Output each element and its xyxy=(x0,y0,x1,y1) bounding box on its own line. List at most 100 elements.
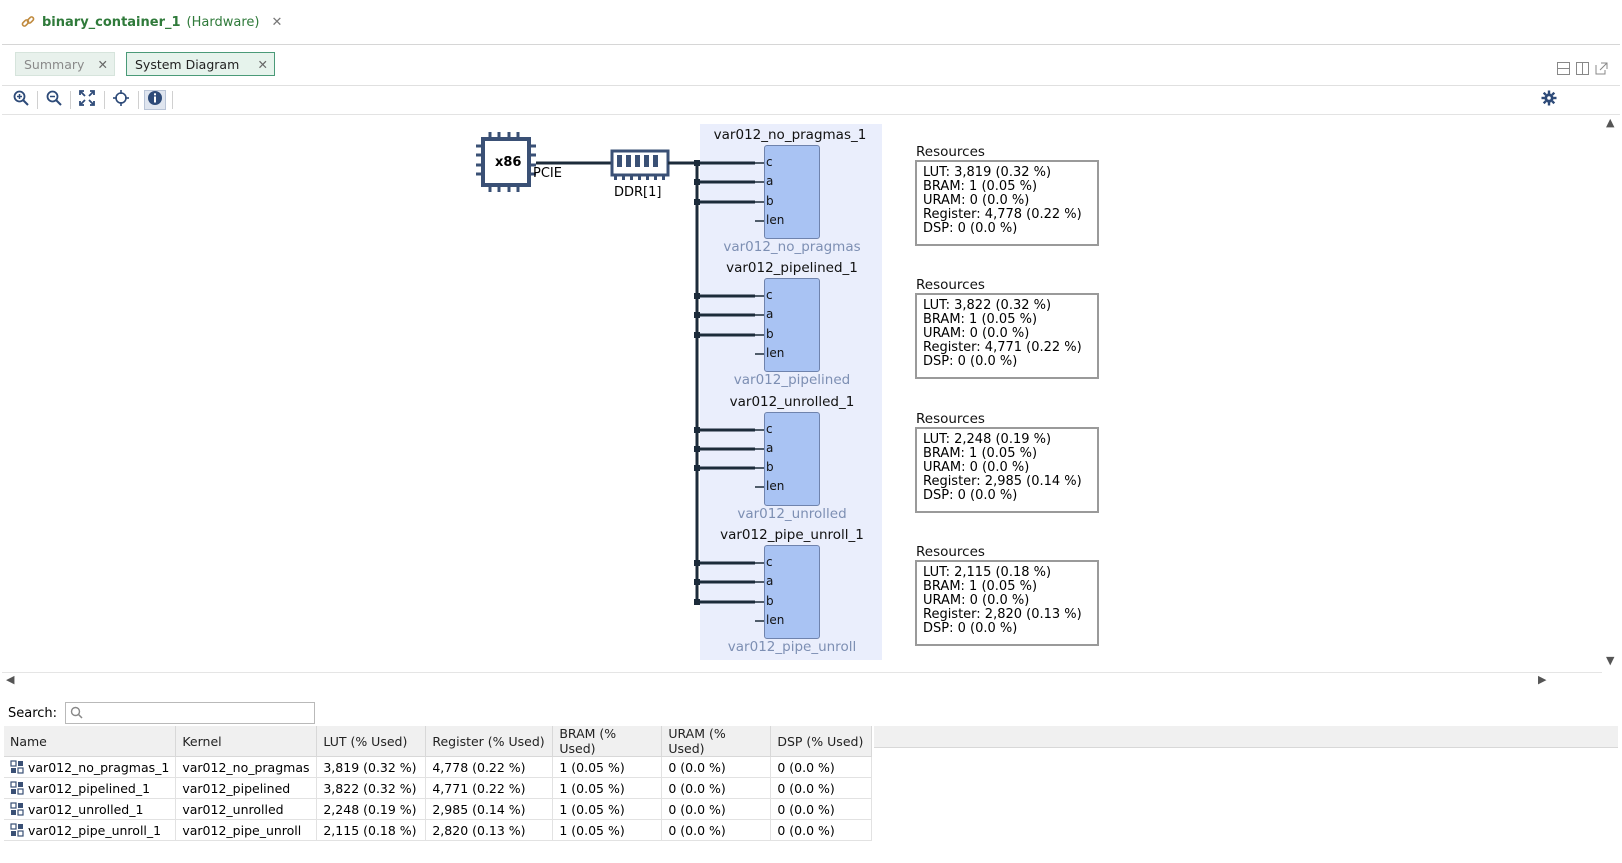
fit-view-icon xyxy=(79,90,95,110)
system-diagram-canvas[interactable]: x86 PCIE DDR[1] var012_no_pragmas_1 c a … xyxy=(2,116,1602,672)
locate-button[interactable] xyxy=(110,90,132,110)
cell-lut: 2,248 (0.19 %) xyxy=(316,798,427,820)
toolbar-separator xyxy=(104,91,105,109)
settings-button[interactable] xyxy=(1538,90,1560,110)
horizontal-split-icon[interactable] xyxy=(1557,62,1570,75)
toolbar-separator xyxy=(70,91,71,109)
resource-register: Register: 2,985 (0.14 %) xyxy=(923,474,1082,489)
port-label: c xyxy=(766,555,773,569)
tab-system-diagram[interactable]: System Diagram ✕ xyxy=(126,52,275,76)
resources-title: Resources xyxy=(916,277,985,293)
toolbar-separator xyxy=(138,91,139,109)
resources-title: Resources xyxy=(916,144,985,160)
port-label: len xyxy=(766,346,785,360)
cell-bram: 1 (0.05 %) xyxy=(552,819,663,841)
tab-summary-label: Summary xyxy=(24,57,85,72)
zoom-out-button[interactable] xyxy=(43,90,65,110)
cell-dsp: 0 (0.0 %) xyxy=(770,756,873,778)
search-label: Search: xyxy=(8,705,58,721)
resource-uram: URAM: 0 (0.0 %) xyxy=(923,460,1030,475)
resource-uram: URAM: 0 (0.0 %) xyxy=(923,326,1030,341)
table-row[interactable]: var012_pipelined_1 var012_pipelined 3,82… xyxy=(4,777,873,799)
column-header-uram[interactable]: URAM (% Used) xyxy=(661,726,772,757)
scroll-right-icon[interactable]: ▶ xyxy=(1538,673,1546,686)
kernel-instance-icon xyxy=(10,822,24,837)
resource-bram: BRAM: 1 (0.05 %) xyxy=(923,179,1038,194)
resources-box: LUT: 2,248 (0.19 %) BRAM: 1 (0.05 %) URA… xyxy=(915,427,1099,513)
zoom-out-icon xyxy=(46,90,62,110)
column-header-lut[interactable]: LUT (% Used) xyxy=(316,726,427,757)
diagram-toolbar xyxy=(2,86,1620,115)
ddr-memory-icon xyxy=(610,149,670,180)
cell-register: 2,820 (0.13 %) xyxy=(425,819,554,841)
close-tab-summary-button[interactable]: ✕ xyxy=(98,53,108,77)
cell-kernel: var012_unrolled xyxy=(175,798,318,820)
cell-uram: 0 (0.0 %) xyxy=(661,819,772,841)
resource-uram: URAM: 0 (0.0 %) xyxy=(923,593,1030,608)
editor-title-bar: binary_container_1 (Hardware) ✕ xyxy=(2,0,1620,45)
cell-name-text: var012_pipelined_1 xyxy=(28,780,151,796)
port-label: a xyxy=(766,574,774,588)
port-label: b xyxy=(766,194,774,208)
kernel-name-label: var012_pipelined xyxy=(733,372,851,388)
resource-lut: LUT: 2,115 (0.18 %) xyxy=(923,565,1052,580)
search-field[interactable] xyxy=(65,702,316,724)
zoom-in-icon xyxy=(13,90,29,110)
cell-lut: 2,115 (0.18 %) xyxy=(316,819,427,841)
editor-title-subtitle: (Hardware) xyxy=(186,14,260,30)
column-header-dsp[interactable]: DSP (% Used) xyxy=(770,726,873,757)
port-label: len xyxy=(766,479,785,493)
toolbar-separator xyxy=(37,91,38,109)
fit-view-button[interactable] xyxy=(76,90,98,110)
kernel-name-label: var012_pipe_unroll xyxy=(727,639,857,655)
vertical-split-icon[interactable] xyxy=(1576,62,1589,75)
vertical-scrollbar[interactable]: ▲ ▼ xyxy=(1604,116,1616,672)
search-input[interactable] xyxy=(86,705,311,723)
editor-title[interactable]: binary_container_1 (Hardware) ✕ xyxy=(20,14,282,30)
resource-bram: BRAM: 1 (0.05 %) xyxy=(923,312,1038,327)
cell-name-text: var012_unrolled_1 xyxy=(28,801,144,817)
float-window-icon[interactable] xyxy=(1595,62,1608,75)
cell-uram: 0 (0.0 %) xyxy=(661,756,772,778)
scroll-down-icon[interactable]: ▼ xyxy=(1606,654,1614,667)
ddr-label: DDR[1] xyxy=(614,185,662,200)
kernel-instance-icon xyxy=(10,759,24,774)
resource-lut: LUT: 3,822 (0.32 %) xyxy=(923,298,1052,313)
table-row[interactable]: var012_no_pragmas_1 var012_no_pragmas 3,… xyxy=(4,756,873,778)
table-row[interactable]: var012_pipe_unroll_1 var012_pipe_unroll … xyxy=(4,819,873,841)
cell-uram: 0 (0.0 %) xyxy=(661,777,772,799)
column-header-register[interactable]: Register (% Used) xyxy=(425,726,554,757)
zoom-in-button[interactable] xyxy=(10,90,32,110)
tab-summary[interactable]: Summary ✕ xyxy=(15,52,115,76)
pcie-label: PCIE xyxy=(533,166,562,181)
close-editor-button[interactable]: ✕ xyxy=(271,15,282,30)
cell-kernel: var012_pipelined xyxy=(175,777,318,799)
scroll-up-icon[interactable]: ▲ xyxy=(1606,116,1614,129)
scroll-left-icon[interactable]: ◀ xyxy=(6,673,14,686)
resources-table: Name Kernel LUT (% Used) Register (% Use… xyxy=(4,726,873,841)
cell-bram: 1 (0.05 %) xyxy=(552,756,663,778)
cell-kernel: var012_no_pragmas xyxy=(175,756,318,778)
port-label: len xyxy=(766,613,785,627)
kernel-name-label: var012_unrolled xyxy=(737,506,847,522)
port-label: c xyxy=(766,422,773,436)
resource-uram: URAM: 0 (0.0 %) xyxy=(923,193,1030,208)
toolbar-separator xyxy=(172,91,173,109)
cell-dsp: 0 (0.0 %) xyxy=(770,777,873,799)
table-row[interactable]: var012_unrolled_1 var012_unrolled 2,248 … xyxy=(4,798,873,820)
cell-bram: 1 (0.05 %) xyxy=(552,798,663,820)
info-button[interactable] xyxy=(144,90,166,110)
close-tab-system-diagram-button[interactable]: ✕ xyxy=(258,53,268,77)
port-label: a xyxy=(766,174,774,188)
cell-uram: 0 (0.0 %) xyxy=(661,798,772,820)
resources-box: LUT: 3,819 (0.32 %) BRAM: 1 (0.05 %) URA… xyxy=(915,160,1099,246)
port-label: a xyxy=(766,307,774,321)
cell-name-text: var012_pipe_unroll_1 xyxy=(28,822,162,838)
column-header-bram[interactable]: BRAM (% Used) xyxy=(552,726,663,757)
gear-icon xyxy=(1541,90,1557,110)
horizontal-scrollbar[interactable]: ◀ ▶ xyxy=(2,672,1602,687)
column-header-name[interactable]: Name xyxy=(4,726,177,757)
resources-box: LUT: 2,115 (0.18 %) BRAM: 1 (0.05 %) URA… xyxy=(915,560,1099,646)
cell-kernel: var012_pipe_unroll xyxy=(175,819,318,841)
column-header-kernel[interactable]: Kernel xyxy=(175,726,318,757)
